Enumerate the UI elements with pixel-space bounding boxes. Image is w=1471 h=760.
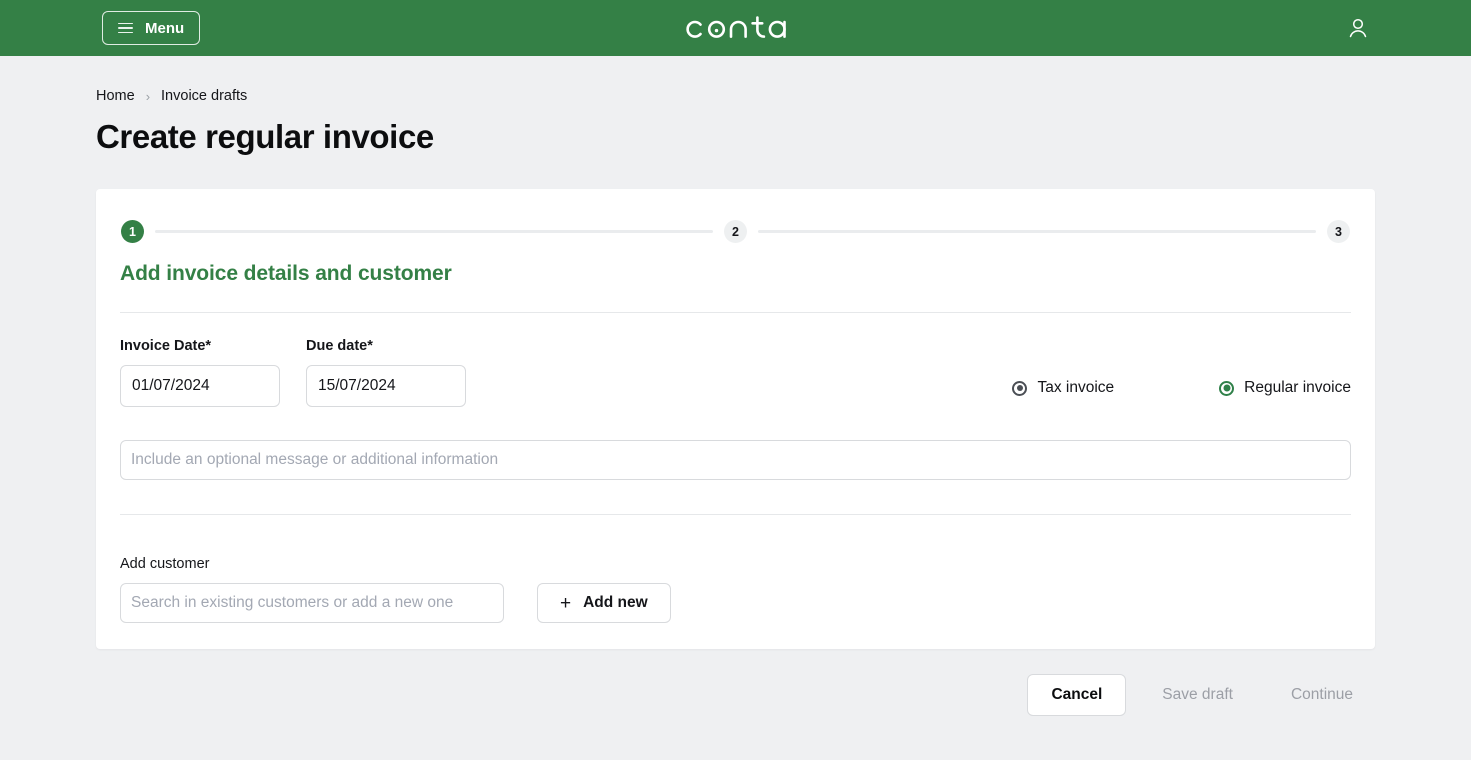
save-draft-button[interactable]: Save draft bbox=[1140, 674, 1255, 716]
add-new-customer-label: Add new bbox=[583, 594, 648, 611]
logo-wordmark-icon bbox=[685, 16, 786, 38]
radio-label-regular-invoice: Regular invoice bbox=[1244, 379, 1351, 396]
breadcrumb-item-invoice-drafts[interactable]: Invoice drafts bbox=[161, 88, 247, 104]
invoice-date-input[interactable] bbox=[120, 365, 280, 407]
add-customer-label: Add customer bbox=[120, 556, 210, 572]
section-divider-bottom bbox=[120, 514, 1351, 515]
customer-search-input[interactable] bbox=[120, 583, 504, 623]
due-date-field: Due date* bbox=[306, 338, 466, 407]
continue-button[interactable]: Continue bbox=[1269, 674, 1375, 716]
invoice-date-field: Invoice Date* bbox=[120, 338, 280, 407]
stepper-connector-2 bbox=[758, 230, 1316, 233]
section-heading: Add invoice details and customer bbox=[120, 262, 452, 285]
invoice-date-label: Invoice Date* bbox=[120, 338, 212, 354]
optional-message-input[interactable] bbox=[120, 440, 1351, 480]
logo-dot-icon bbox=[714, 28, 718, 33]
add-customer-row: + Add new bbox=[120, 583, 1351, 623]
conta-logo[interactable] bbox=[684, 11, 788, 45]
due-date-label: Due date* bbox=[306, 338, 373, 354]
radio-option-regular-invoice[interactable]: Regular invoice bbox=[1219, 379, 1351, 397]
breadcrumb: Home › Invoice drafts bbox=[96, 56, 1375, 104]
menu-button[interactable]: Menu bbox=[102, 11, 201, 45]
plus-icon: + bbox=[560, 592, 572, 614]
cancel-button[interactable]: Cancel bbox=[1027, 674, 1127, 716]
page-title: Create regular invoice bbox=[96, 118, 434, 155]
breadcrumb-item-home[interactable]: Home bbox=[96, 88, 135, 104]
user-account-icon[interactable] bbox=[1345, 15, 1371, 41]
radio-option-tax-invoice[interactable]: Tax invoice bbox=[1012, 379, 1114, 397]
stepper-step-2[interactable]: 2 bbox=[724, 220, 747, 243]
form-actions: Cancel Save draft Continue bbox=[96, 674, 1375, 716]
invoice-type-radio-group: Tax invoice Regular invoice bbox=[1012, 379, 1351, 407]
radio-icon-regular-invoice[interactable] bbox=[1219, 380, 1235, 396]
add-customer-section: Add customer + Add new bbox=[120, 556, 1351, 623]
stepper-step-1[interactable]: 1 bbox=[121, 220, 144, 243]
dates-and-type-row: Invoice Date* Due date* Tax invoice Regu… bbox=[120, 338, 1351, 407]
top-navigation-bar: Menu bbox=[0, 0, 1471, 56]
stepper: 1 2 3 bbox=[120, 220, 1351, 243]
menu-button-label: Menu bbox=[145, 19, 185, 37]
due-date-input[interactable] bbox=[306, 365, 466, 407]
radio-icon-tax-invoice[interactable] bbox=[1012, 380, 1028, 396]
breadcrumb-separator-icon: › bbox=[145, 88, 151, 104]
stepper-step-3[interactable]: 3 bbox=[1327, 220, 1350, 243]
stepper-connector-1 bbox=[155, 230, 713, 233]
page-content: Home › Invoice drafts Create regular inv… bbox=[0, 56, 1471, 716]
invoice-form-card: 1 2 3 Add invoice details and customer I… bbox=[96, 189, 1375, 649]
add-new-customer-button[interactable]: + Add new bbox=[537, 583, 671, 623]
section-divider-top bbox=[120, 312, 1351, 313]
radio-label-tax-invoice: Tax invoice bbox=[1037, 379, 1115, 396]
hamburger-icon bbox=[118, 22, 133, 34]
